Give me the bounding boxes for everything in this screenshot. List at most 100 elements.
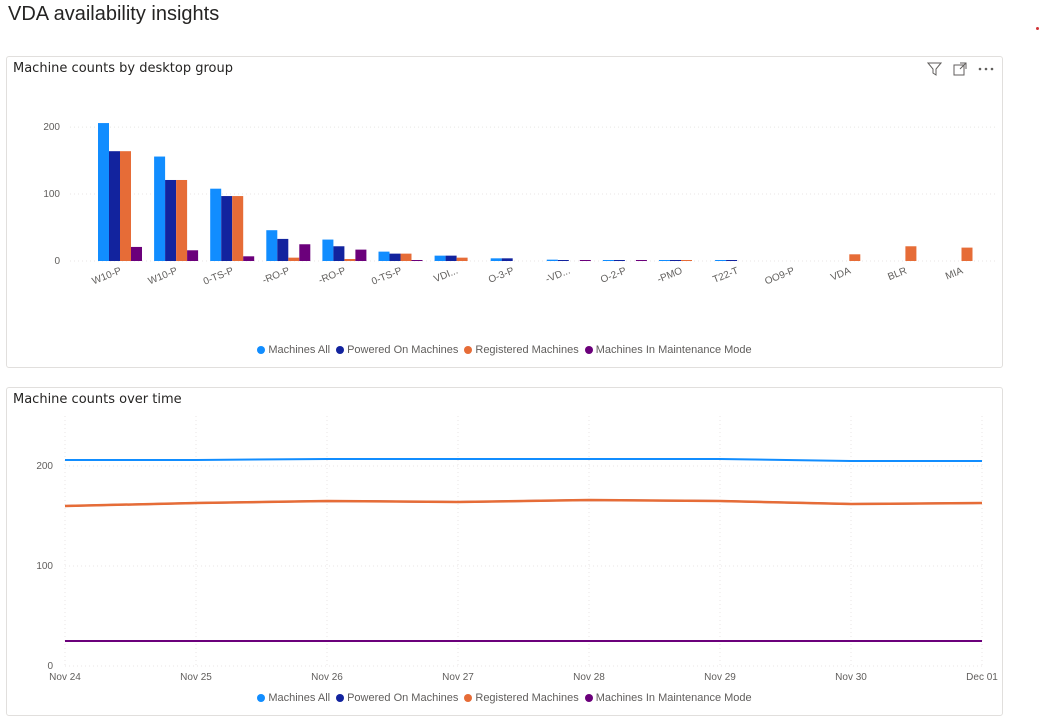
y-tick-label: 100 xyxy=(36,561,53,572)
series-line-0 xyxy=(65,458,982,462)
bar-1-2 xyxy=(221,196,233,261)
line-chart-card[interactable]: Machine counts over time 0 100 200 Nov 24 No… xyxy=(6,387,1003,716)
y-tick-label: 0 xyxy=(54,256,60,267)
y-tick-label: 0 xyxy=(47,661,53,672)
bar-2-1 xyxy=(176,179,188,261)
bar-0-3 xyxy=(266,230,278,261)
bar-2-5 xyxy=(400,253,412,261)
legend-swatch xyxy=(336,346,345,354)
x-tick-label: Nov 26 xyxy=(311,672,343,683)
legend-swatch xyxy=(257,346,266,354)
legend-label: Machines All xyxy=(268,344,331,356)
bar-3-4 xyxy=(355,249,367,261)
bar-0-0 xyxy=(98,123,109,261)
bar-0-6 xyxy=(434,255,446,261)
bar-2-2 xyxy=(232,196,244,261)
legend-swatch xyxy=(336,694,345,702)
legend-label: Powered On Machines xyxy=(347,692,459,704)
bar-3-5 xyxy=(411,260,423,261)
x-tick-label: Nov 24 xyxy=(49,672,81,683)
bar-chart-card[interactable]: Machine counts by desktop group 0 100 200 W… xyxy=(6,56,1003,368)
x-tick-label: Nov 29 xyxy=(704,672,736,683)
bar-2-14 xyxy=(905,246,917,261)
bar-0-10 xyxy=(659,260,670,261)
x-tick-label: 0-TS-P xyxy=(370,265,404,287)
x-tick-label: Nov 25 xyxy=(180,672,212,683)
legend-swatch xyxy=(464,346,473,354)
legend-label: Machines In Maintenance Mode xyxy=(595,344,752,356)
x-tick-label: -PMO xyxy=(656,265,685,285)
bar-1-7 xyxy=(501,258,513,261)
legend-item-machines-all[interactable]: Machines All xyxy=(257,344,330,356)
x-tick-label: W10-P xyxy=(147,265,180,287)
x-tick-label: 0-TS-P xyxy=(202,265,236,287)
bar-chart-legend: Machines All Powered On Machines Registe… xyxy=(7,344,1002,356)
y-tick-label: 200 xyxy=(43,122,60,133)
bar-0-8 xyxy=(546,259,558,261)
legend-swatch xyxy=(464,694,473,702)
y-tick-label: 100 xyxy=(43,189,60,200)
x-tick-label: VDI... xyxy=(432,266,459,286)
bar-0-7 xyxy=(490,258,502,261)
legend-item-powered-on[interactable]: Powered On Machines xyxy=(336,692,458,704)
bar-2-6 xyxy=(456,257,468,261)
bar-0-1 xyxy=(154,156,166,261)
bar-3-9 xyxy=(635,260,647,261)
x-tick-label: T22-T xyxy=(711,266,740,286)
bar-0-2 xyxy=(210,188,222,261)
legend-item-powered-on[interactable]: Powered On Machines xyxy=(336,344,458,356)
bar-0-5 xyxy=(378,251,390,261)
legend-swatch xyxy=(584,346,593,354)
line-chart-legend: Machines All Powered On Machines Registe… xyxy=(7,692,1002,704)
page-title: VDA availability insights xyxy=(8,3,220,25)
bar-1-3 xyxy=(277,238,289,261)
bar-0-4 xyxy=(322,239,334,261)
legend-item-maintenance[interactable]: Machines In Maintenance Mode xyxy=(584,692,752,704)
legend-label: Machines All xyxy=(268,692,331,704)
bar-0-11 xyxy=(715,260,727,261)
bar-1-9 xyxy=(613,260,625,261)
x-tick-label: MIA xyxy=(944,265,965,282)
legend-label: Registered Machines xyxy=(475,692,579,704)
bar-3-8 xyxy=(579,260,591,261)
legend-label: Powered On Machines xyxy=(347,344,459,356)
x-tick-label: Nov 27 xyxy=(442,672,474,683)
y-tick-label: 200 xyxy=(36,461,53,472)
legend-swatch xyxy=(584,694,593,702)
bar-1-8 xyxy=(557,260,569,261)
x-tick-label: W10-P xyxy=(91,265,124,287)
legend-item-machines-all[interactable]: Machines All xyxy=(257,692,330,704)
bar-3-1 xyxy=(187,250,199,261)
bar-2-10 xyxy=(681,260,692,261)
status-dot xyxy=(1036,27,1039,30)
bar-1-6 xyxy=(445,255,457,261)
legend-item-maintenance[interactable]: Machines In Maintenance Mode xyxy=(584,344,752,356)
series-line-2 xyxy=(64,498,983,508)
bar-2-0 xyxy=(120,151,131,261)
bar-2-4 xyxy=(344,258,356,261)
bar-0-9 xyxy=(602,260,614,261)
bar-3-3 xyxy=(299,244,311,261)
legend-item-registered[interactable]: Registered Machines xyxy=(464,344,579,356)
bar-chart-plot: 0 100 200 W10-P W10-P 0-TS-P -RO-P -RO-P 0-TS-P V… xyxy=(43,122,997,288)
bar-2-13 xyxy=(849,254,861,261)
bar-1-1 xyxy=(165,179,177,261)
legend-item-registered[interactable]: Registered Machines xyxy=(464,692,579,704)
bar-1-5 xyxy=(389,253,401,261)
x-tick-label: -RO-P xyxy=(261,265,292,286)
x-tick-label: BLR xyxy=(886,266,908,283)
x-tick-label: -RO-P xyxy=(317,265,348,286)
bar-2-3 xyxy=(288,257,300,261)
bar-2-15 xyxy=(961,247,973,261)
x-tick-label: Nov 30 xyxy=(835,672,867,683)
bar-1-4 xyxy=(333,246,345,261)
x-tick-label: O-3-P xyxy=(487,265,516,285)
x-tick-label: -VD... xyxy=(544,266,572,286)
line-chart-plot: 0 100 200 Nov 24 Nov 25 Nov 26 Nov 27 Nov 28 Nov… xyxy=(36,416,998,683)
bar-3-0 xyxy=(131,246,142,261)
legend-label: Machines In Maintenance Mode xyxy=(595,692,752,704)
bar-1-11 xyxy=(726,260,738,261)
legend-swatch xyxy=(257,694,266,702)
x-tick-label: VDA xyxy=(829,265,852,283)
x-tick-label: OO9-P xyxy=(763,265,796,287)
